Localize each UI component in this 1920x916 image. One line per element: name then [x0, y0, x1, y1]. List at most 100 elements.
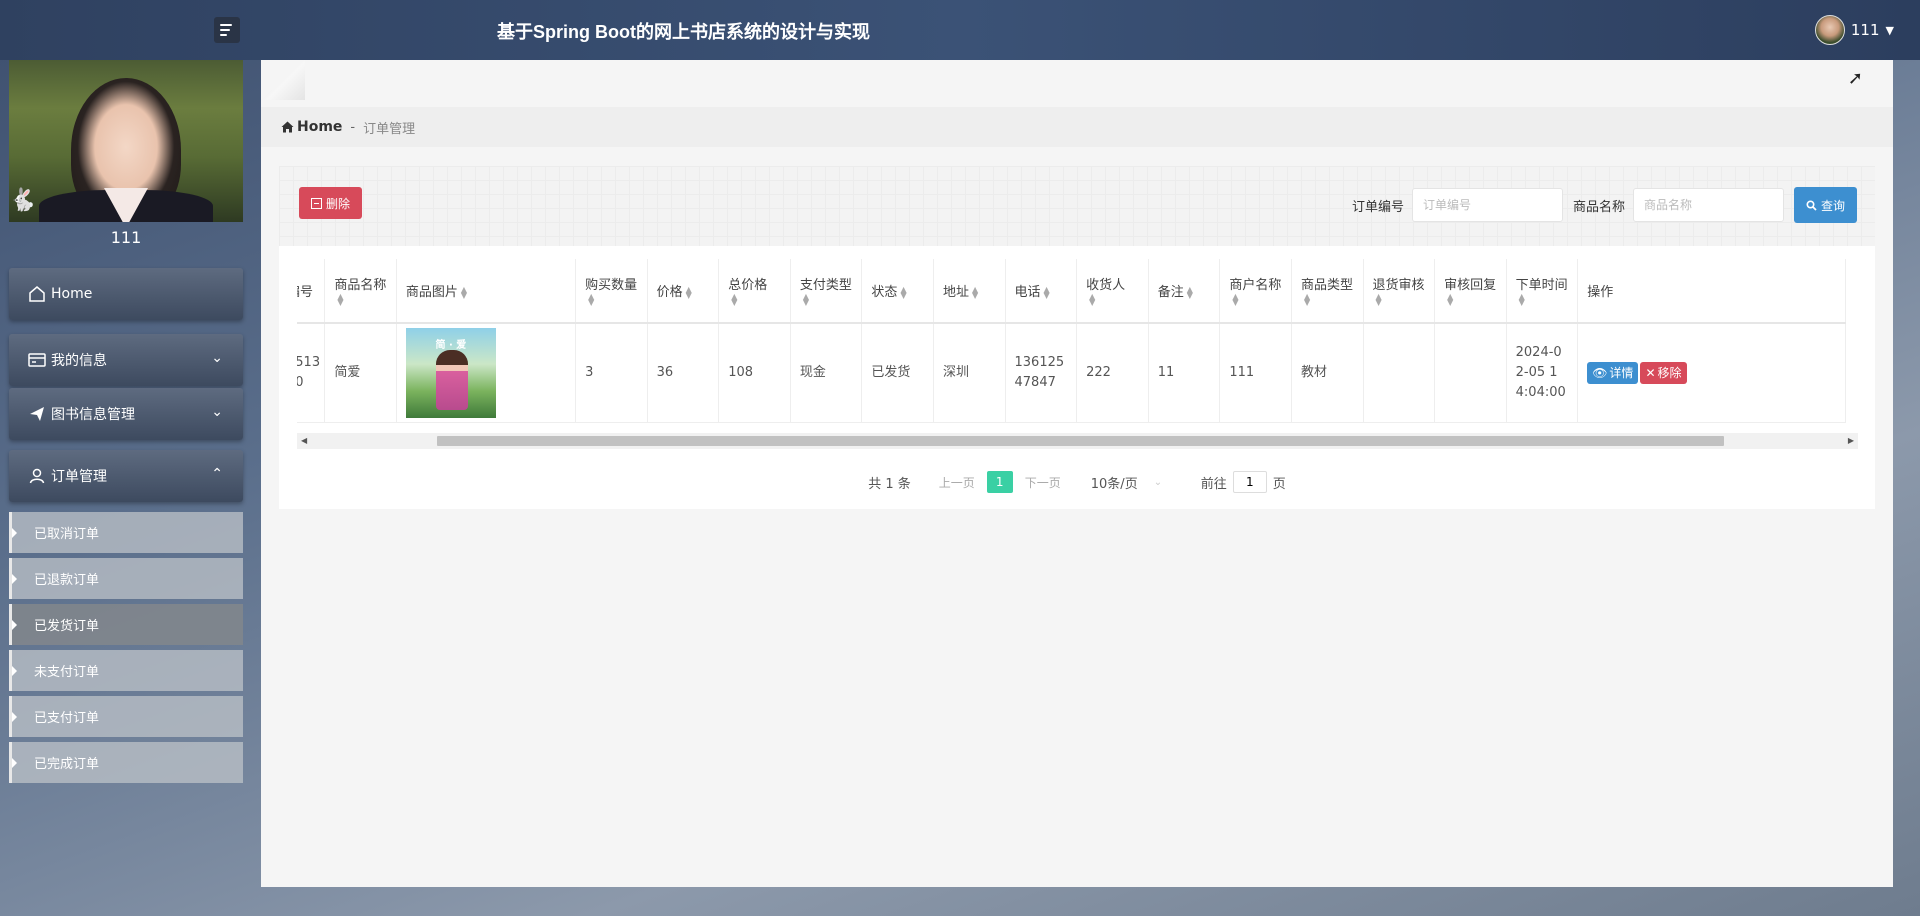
remove-button[interactable]: ✕ 移除 — [1640, 361, 1687, 384]
eye-icon: 👁 — [1592, 365, 1608, 380]
sidebar-item-label: 图书信息管理 — [51, 407, 135, 423]
sidebar-item-my-info[interactable]: 我的信息 ⌄ — [9, 334, 243, 386]
col-order-time[interactable]: 下单时间 ▲ ▼ — [1506, 259, 1579, 324]
delete-button-label: 删除 — [325, 196, 350, 211]
pagination-total: 共 1 条 — [868, 476, 911, 492]
col-price[interactable]: 价格 ▲ ▼ — [647, 259, 720, 324]
goto-page-input[interactable] — [1232, 471, 1267, 493]
sort-icon: ▲ ▼ — [1089, 292, 1096, 307]
sidebar-item-label: Home — [51, 286, 93, 302]
breadcrumb-home[interactable]: Home — [281, 119, 342, 135]
col-status[interactable]: 状态 ▲ ▼ — [861, 259, 934, 324]
col-phone[interactable]: 电话 ▲ ▼ — [1005, 259, 1078, 324]
sort-icon: ▲ ▼ — [685, 284, 692, 300]
sort-icon: ▲ ▼ — [802, 292, 810, 307]
user-menu[interactable]: 111 ▼ — [1814, 15, 1894, 45]
col-pay-type[interactable]: 支付类型 ▲ ▼ — [790, 259, 863, 324]
page-number-current[interactable]: 1 — [986, 471, 1013, 493]
sort-icon: ▲ ▼ — [1043, 284, 1050, 300]
sort-icon: ▲ ▼ — [1232, 292, 1239, 307]
submenu-refunded-orders[interactable]: 已退款订单 — [9, 558, 243, 599]
sidebar: 🐇 111 Home 我的信息 ⌄ 图书信息管理 ⌄ 订单管理 ⌃ 已取消订单 … — [9, 60, 243, 788]
chevron-down-icon: ⌄ — [211, 404, 223, 420]
menu-toggle-icon[interactable] — [214, 17, 240, 43]
prev-page-button[interactable]: 上一页 — [939, 474, 975, 491]
col-category[interactable]: 商品类型 ▲ ▼ — [1291, 259, 1364, 324]
col-product-name[interactable]: 商品名称 ▲ ▼ — [324, 259, 397, 324]
horizontal-scrollbar[interactable]: ◀ ▶ — [297, 433, 1858, 449]
sort-icon: ▲ ▼ — [1186, 284, 1193, 300]
cell-remark: 11 — [1148, 323, 1221, 423]
next-page-button[interactable]: 下一页 — [1025, 474, 1061, 491]
order-submenu: 已取消订单 已退款订单 已发货订单 未支付订单 已支付订单 已完成订单 — [9, 512, 243, 783]
page-fold — [261, 60, 305, 100]
sort-icon: ▲ ▼ — [1447, 292, 1454, 307]
col-order-no[interactable]: 编号 — [297, 259, 326, 324]
cell-address: 深圳 — [933, 323, 1006, 423]
send-icon — [27, 404, 47, 424]
product-name-label: 商品名称 — [1572, 199, 1625, 215]
submenu-completed-orders[interactable]: 已完成订单 — [9, 742, 243, 783]
product-name-input[interactable] — [1633, 188, 1784, 222]
top-bar: 基于Spring Boot的网上书店系统的设计与实现 111 ▼ — [0, 0, 1920, 60]
col-total-price[interactable]: 总价格 ▲ ▼ — [718, 259, 791, 324]
sort-icon: ▲ ▼ — [337, 292, 344, 307]
cell-total: 108 — [718, 323, 791, 423]
col-merchant[interactable]: 商户名称 ▲ ▼ — [1219, 259, 1292, 324]
col-remark[interactable]: 备注 ▲ ▼ — [1148, 259, 1221, 324]
home-icon — [27, 284, 47, 304]
submenu-shipped-orders[interactable]: 已发货订单 — [9, 604, 243, 645]
search-icon — [1806, 199, 1817, 211]
sort-icon: ▲ ▼ — [1518, 292, 1525, 307]
scroll-left-icon[interactable]: ◀ — [301, 436, 307, 445]
sort-icon: ▲ ▼ — [1304, 292, 1311, 307]
chevron-down-icon: ⌄ — [1153, 476, 1163, 488]
order-table-wrap: 编号 商品名称▲▼ 商品图片▲▼ 购买数量▲▼ 价格▲▼ 总价格▲▼ 支付类型▲… — [297, 259, 1858, 433]
scroll-right-icon[interactable]: ▶ — [1848, 436, 1854, 445]
product-image[interactable]: 简 · 爱 — [405, 327, 496, 418]
sort-icon: ▲ ▼ — [971, 284, 979, 300]
submenu-cancelled-orders[interactable]: 已取消订单 — [9, 512, 243, 553]
cell-status: 已发货 — [861, 323, 934, 423]
scrollbar-thumb[interactable] — [437, 436, 1724, 446]
cell-price: 36 — [647, 323, 720, 423]
cell-quantity: 3 — [575, 323, 648, 423]
sidebar-item-order-management[interactable]: 订单管理 ⌃ — [9, 450, 243, 502]
breadcrumb: Home - 订单管理 — [261, 107, 1893, 147]
sidebar-item-home[interactable]: Home — [9, 268, 243, 320]
search-button[interactable]: 查询 — [1794, 187, 1857, 223]
page-size-select[interactable]: 10条/页 ⌄ — [1091, 473, 1181, 492]
col-address[interactable]: 地址 ▲ ▼ — [933, 259, 1006, 324]
cell-return-review — [1363, 323, 1436, 423]
order-no-input[interactable] — [1411, 188, 1563, 222]
home-icon — [281, 121, 294, 133]
table-row[interactable]: 251310 简爱 简 · 爱 3 36 108 现金 已发货 — [297, 323, 1846, 423]
submenu-paid-orders[interactable]: 已支付订单 — [9, 696, 243, 737]
cell-order-no: 251310 — [297, 323, 326, 423]
cell-actions: 👁 详情 ✕ 移除 — [1577, 323, 1846, 423]
rabbit-icon: 🐇 — [9, 188, 37, 213]
cell-product-name: 简爱 — [324, 323, 397, 423]
sort-icon: ▲ ▼ — [460, 284, 468, 300]
page-suffix: 页 — [1272, 476, 1286, 492]
search-group: 订单编号 商品名称 查询 — [1352, 187, 1857, 223]
col-product-image[interactable]: 商品图片 ▲ ▼ — [396, 259, 577, 324]
pagination: 共 1 条 上一页 1 下一页 10条/页 ⌄ 前往 页 — [279, 471, 1875, 493]
cell-product-image: 简 · 爱 — [396, 323, 577, 423]
sidebar-item-book-management[interactable]: 图书信息管理 ⌄ — [9, 388, 243, 440]
col-review-reply[interactable]: 审核回复 ▲ ▼ — [1434, 259, 1507, 324]
col-receiver[interactable]: 收货人 ▲ ▼ — [1076, 259, 1149, 324]
delete-button[interactable]: 删除 — [299, 187, 362, 219]
detail-button[interactable]: 👁 详情 — [1587, 361, 1639, 384]
submenu-unpaid-orders[interactable]: 未支付订单 — [9, 650, 243, 691]
order-no-label: 订单编号 — [1351, 199, 1404, 215]
sidebar-item-label: 我的信息 — [51, 353, 107, 369]
close-icon: ✕ — [1645, 365, 1656, 380]
col-return-review[interactable]: 退货审核 ▲ ▼ — [1363, 259, 1436, 324]
caret-down-icon: ▼ — [1885, 23, 1894, 37]
user-icon — [27, 466, 47, 486]
col-quantity[interactable]: 购买数量 ▲ ▼ — [575, 259, 648, 324]
breadcrumb-home-label: Home — [297, 119, 343, 135]
order-list-card: 删除 订单编号 商品名称 查询 编号 — [279, 166, 1875, 509]
cell-receiver: 222 — [1076, 323, 1149, 423]
